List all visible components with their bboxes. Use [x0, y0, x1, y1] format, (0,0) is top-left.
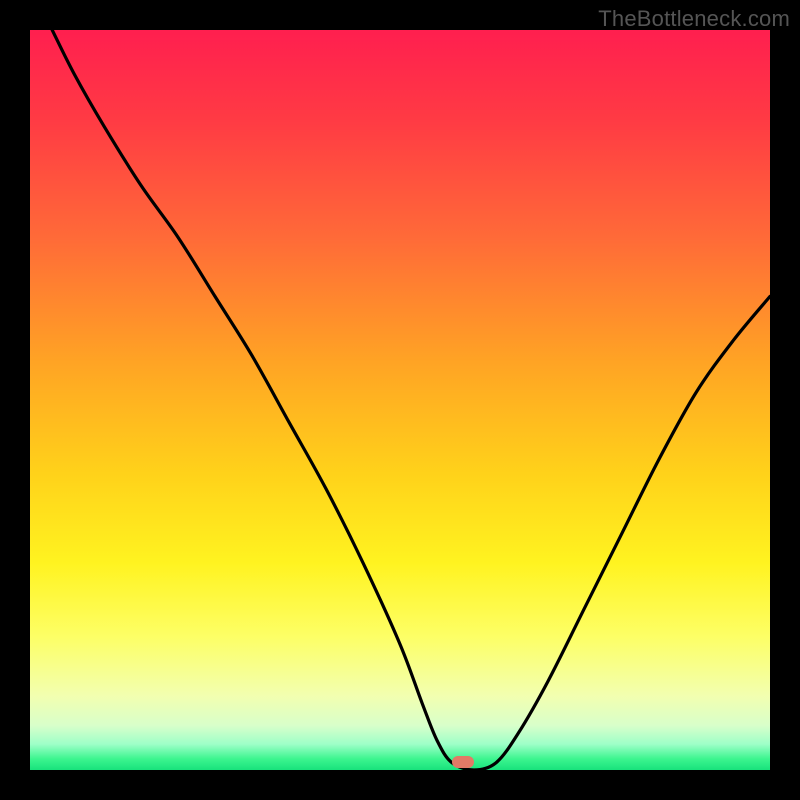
optimum-marker: [452, 756, 474, 768]
plot-area: [30, 30, 770, 770]
watermark-text: TheBottleneck.com: [598, 6, 790, 32]
bottleneck-curve: [30, 30, 770, 770]
chart-frame: TheBottleneck.com: [0, 0, 800, 800]
